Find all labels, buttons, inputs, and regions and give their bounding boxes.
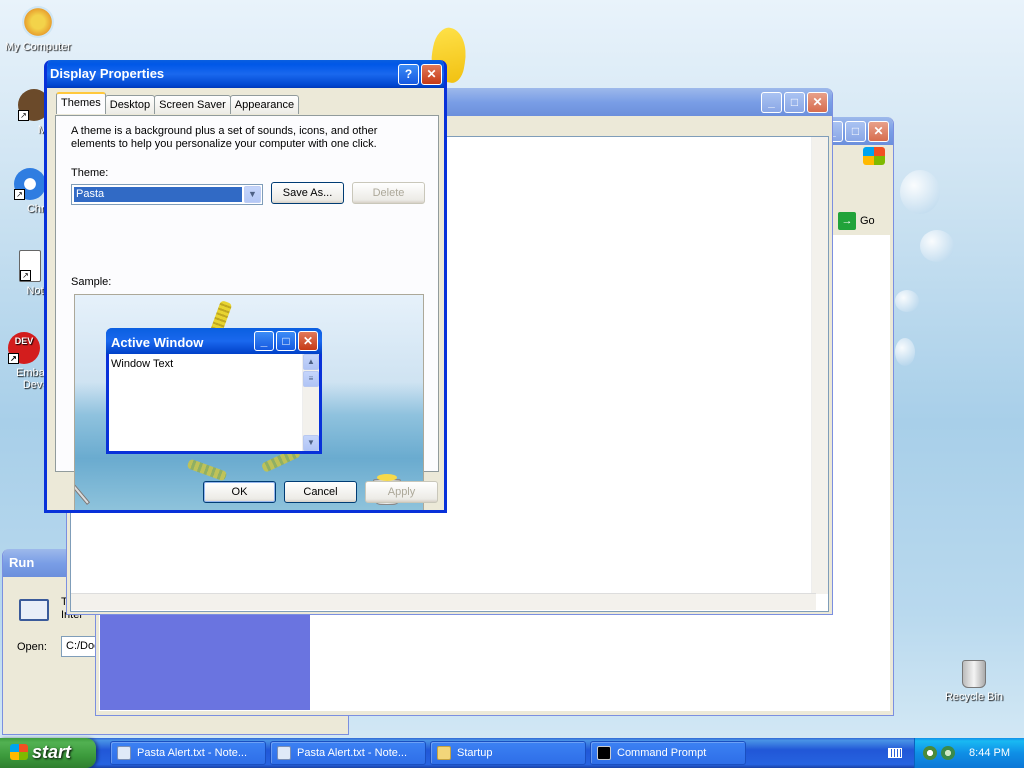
run-program-icon bbox=[19, 599, 49, 621]
spoon-decoration bbox=[75, 476, 91, 505]
notepad-icon bbox=[277, 746, 291, 760]
dev-cpp-icon: DEV ↗ bbox=[8, 332, 40, 364]
scroll-up-icon: ▲ bbox=[303, 354, 319, 370]
close-button[interactable]: ✕ bbox=[421, 64, 442, 85]
sample-active-window: Active Window _ □ ✕ Window Text ▲ ≡ ▼ bbox=[106, 328, 322, 454]
chrome-icon: ↗ bbox=[14, 168, 46, 200]
desktop-icon-label: My Computer bbox=[4, 41, 72, 53]
tab-screen-saver[interactable]: Screen Saver bbox=[154, 95, 231, 114]
maximize-button[interactable]: □ bbox=[784, 92, 805, 113]
scroll-down-icon: ▼ bbox=[303, 435, 319, 451]
display-properties-title: Display Properties bbox=[50, 66, 165, 81]
open-label: Open: bbox=[17, 641, 47, 653]
theme-description: A theme is a background plus a set of so… bbox=[71, 125, 378, 150]
go-arrow-icon: → bbox=[838, 212, 856, 230]
desktop-icon-my-computer[interactable]: My Computer bbox=[0, 6, 76, 53]
desktop-icon-recycle-bin[interactable]: Recycle Bin bbox=[936, 660, 1012, 703]
save-as-button[interactable]: Save As... bbox=[271, 182, 344, 204]
delete-button[interactable]: Delete bbox=[352, 182, 425, 204]
taskbar-item-startup[interactable]: Startup bbox=[430, 741, 586, 765]
my-computer-icon bbox=[22, 6, 54, 38]
chevron-down-icon[interactable]: ▼ bbox=[244, 186, 261, 203]
sample-window-title: Active Window bbox=[111, 335, 204, 350]
close-button[interactable]: ✕ bbox=[868, 121, 889, 142]
network-icon[interactable] bbox=[923, 746, 937, 760]
theme-label: Theme: bbox=[71, 167, 109, 179]
help-button[interactable]: ? bbox=[398, 64, 419, 85]
theme-select-value: Pasta bbox=[74, 187, 242, 202]
maximize-icon: □ bbox=[276, 331, 296, 351]
folder-icon bbox=[437, 746, 451, 760]
windows-flag-icon bbox=[863, 147, 885, 165]
maximize-button[interactable]: □ bbox=[845, 121, 866, 142]
sample-window-text: Window Text bbox=[111, 358, 174, 370]
shortcut-arrow-icon: ↗ bbox=[20, 270, 31, 281]
start-label: start bbox=[32, 742, 72, 762]
cancel-button[interactable]: Cancel bbox=[284, 481, 357, 503]
notepad-icon bbox=[117, 746, 131, 760]
display-properties-titlebar[interactable]: Display Properties ? ✕ bbox=[47, 60, 444, 88]
taskbar-item-pasta-alert-2[interactable]: Pasta Alert.txt - Note... bbox=[270, 741, 426, 765]
apply-button[interactable]: Apply bbox=[365, 481, 438, 503]
close-button[interactable]: ✕ bbox=[807, 92, 828, 113]
desktop-icon-label: Recycle Bin bbox=[944, 691, 1004, 703]
run-title: Run bbox=[9, 555, 35, 570]
bubble-decoration bbox=[920, 230, 954, 262]
system-tray: 8:44 PM bbox=[914, 738, 1024, 768]
taskbar-item-label: Pasta Alert.txt - Note... bbox=[137, 747, 248, 759]
keyboard-icon[interactable] bbox=[888, 748, 902, 758]
desktop: My Computer ↗ MyPa ↗ Chrom ↗ Notepa DEV↗… bbox=[0, 0, 1024, 738]
windows-flag-icon bbox=[10, 744, 28, 760]
scroll-thumb: ≡ bbox=[303, 371, 319, 387]
blue-panel bbox=[100, 614, 310, 710]
sample-scrollbar: ▲ ≡ ▼ bbox=[302, 354, 319, 451]
go-label: Go bbox=[860, 215, 875, 227]
noodle-decoration bbox=[186, 458, 228, 482]
display-properties-dialog[interactable]: Display Properties ? ✕ Themes Desktop Sc… bbox=[44, 60, 447, 513]
notepad-icon: ↗ bbox=[19, 250, 41, 282]
taskbar-item-label: Pasta Alert.txt - Note... bbox=[297, 747, 408, 759]
sample-window-titlebar: Active Window _ □ ✕ bbox=[106, 328, 322, 354]
tab-appearance[interactable]: Appearance bbox=[229, 95, 300, 114]
clock[interactable]: 8:44 PM bbox=[969, 747, 1010, 759]
go-button[interactable]: → Go bbox=[836, 211, 875, 231]
shortcut-arrow-icon: ↗ bbox=[14, 189, 25, 200]
tab-desktop[interactable]: Desktop bbox=[104, 95, 156, 114]
start-button[interactable]: start bbox=[0, 738, 96, 768]
taskbar-item-command-prompt[interactable]: Command Prompt bbox=[590, 741, 746, 765]
volume-icon[interactable] bbox=[941, 746, 955, 760]
tab-strip: Themes Desktop Screen Saver Appearance bbox=[56, 92, 300, 114]
taskbar-item-label: Command Prompt bbox=[617, 747, 707, 759]
themes-panel: A theme is a background plus a set of so… bbox=[55, 115, 439, 510]
minimize-icon: _ bbox=[254, 331, 274, 351]
bubble-decoration bbox=[900, 170, 940, 214]
taskbar-item-pasta-alert-1[interactable]: Pasta Alert.txt - Note... bbox=[110, 741, 266, 765]
shortcut-arrow-icon: ↗ bbox=[8, 353, 19, 364]
recycle-bin-icon bbox=[962, 660, 986, 688]
bubble-decoration bbox=[895, 290, 919, 312]
notepad-horizontal-scrollbar[interactable] bbox=[71, 593, 816, 610]
close-icon: ✕ bbox=[298, 331, 318, 351]
taskbar: start Pasta Alert.txt - Note... Pasta Al… bbox=[0, 738, 1024, 768]
taskbar-item-label: Startup bbox=[457, 747, 493, 759]
notepad-vertical-scrollbar[interactable] bbox=[811, 137, 828, 594]
tab-themes[interactable]: Themes bbox=[56, 92, 106, 114]
shortcut-arrow-icon: ↗ bbox=[18, 110, 29, 121]
theme-select[interactable]: Pasta ▼ bbox=[71, 184, 263, 205]
bubble-decoration bbox=[895, 338, 915, 366]
command-prompt-icon bbox=[597, 746, 611, 760]
ok-button[interactable]: OK bbox=[203, 481, 276, 503]
sample-label: Sample: bbox=[71, 276, 112, 288]
minimize-button[interactable]: _ bbox=[761, 92, 782, 113]
